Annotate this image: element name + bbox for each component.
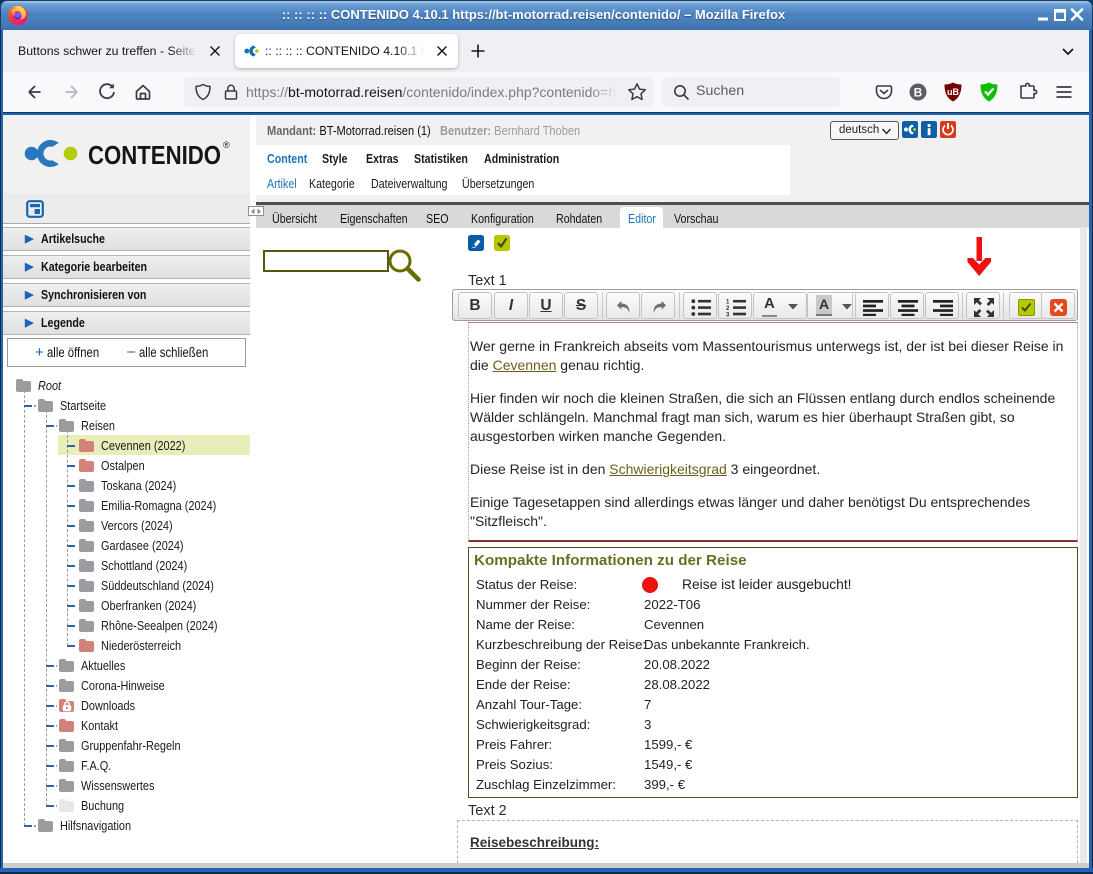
svg-text:3: 3: [726, 312, 730, 317]
svg-text:®: ®: [223, 140, 230, 150]
svg-text:1: 1: [726, 299, 730, 305]
svg-text:uB: uB: [947, 87, 959, 97]
svg-text:CONTENIDO: CONTENIDO: [88, 140, 221, 170]
svg-text:2: 2: [726, 306, 730, 312]
svg-text:B: B: [914, 86, 923, 100]
